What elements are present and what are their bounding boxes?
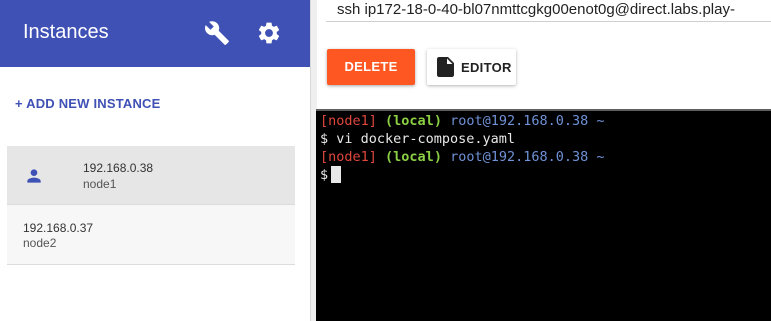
gear-icon[interactable] — [256, 20, 282, 46]
file-icon — [437, 57, 455, 77]
sidebar: Instances + ADD NEW INSTANCE 192.168.0.3… — [0, 0, 310, 321]
instance-item-node2[interactable]: 192.168.0.37 node2 — [7, 205, 295, 265]
instance-name: node2 — [23, 236, 57, 250]
terminal-command: $ vi docker-compose.yaml — [320, 131, 516, 147]
terminal-local-tag: (local) — [385, 113, 442, 129]
sidebar-header: Instances — [0, 0, 310, 67]
instance-ip: 192.168.0.38 — [83, 161, 154, 175]
editor-button[interactable]: EDITOR — [427, 49, 516, 85]
delete-button[interactable]: DELETE — [327, 49, 415, 85]
terminal-local-tag: (local) — [385, 149, 442, 165]
terminal-user-host: root@192.168.0.38 ~ — [450, 149, 605, 165]
terminal-line: [node1] (local) root@192.168.0.38 ~ — [320, 148, 605, 166]
instance-item-node1[interactable]: 192.168.0.38 node1 — [7, 146, 295, 205]
terminal-node-tag: [node1] — [320, 113, 377, 129]
ssh-command-field[interactable]: ssh ip172-18-0-40-bl07nmttcgkg00enot0g@d… — [326, 0, 771, 22]
sidebar-title: Instances — [23, 21, 109, 43]
instance-ip: 192.168.0.37 — [23, 221, 94, 235]
ssh-command-text: ssh ip172-18-0-40-bl07nmttcgkg00enot0g@d… — [337, 1, 735, 18]
terminal-line: $ vi docker-compose.yaml — [320, 130, 515, 148]
add-new-instance-button[interactable]: + ADD NEW INSTANCE — [15, 96, 161, 111]
terminal-line: $ — [320, 166, 342, 184]
instance-name: node1 — [83, 177, 117, 191]
terminal-line: [node1] (local) root@192.168.0.38 ~ — [320, 112, 605, 130]
person-icon — [24, 166, 44, 186]
terminal-user-host: root@192.168.0.38 ~ — [450, 113, 605, 129]
terminal-prompt: $ — [320, 167, 329, 183]
terminal-cursor — [331, 166, 342, 183]
wrench-icon[interactable] — [204, 20, 230, 46]
terminal[interactable]: [node1] (local) root@192.168.0.38 ~ $ vi… — [316, 109, 771, 321]
instance-list: 192.168.0.38 node1 192.168.0.37 node2 — [7, 146, 295, 265]
editor-label: EDITOR — [461, 60, 512, 75]
terminal-node-tag: [node1] — [320, 149, 377, 165]
